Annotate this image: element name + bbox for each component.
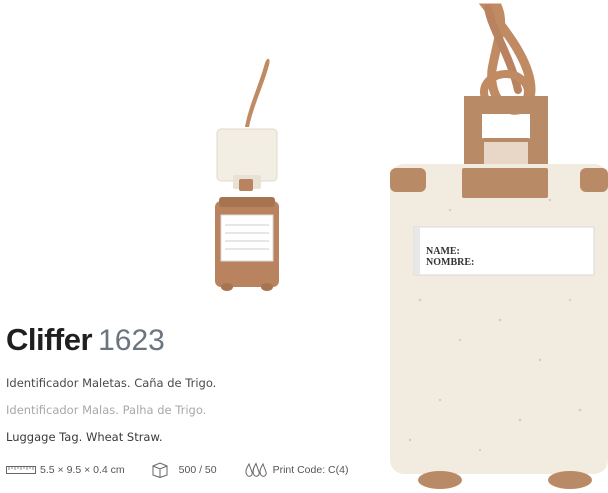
print-code-value: Print Code: C(4) — [272, 464, 349, 476]
small-luggage-tag-image — [215, 58, 279, 291]
box-icon — [152, 462, 168, 478]
product-title: Cliffer 1623 — [6, 322, 165, 358]
description-english: Luggage Tag. Wheat Straw. — [6, 430, 163, 444]
print-code-spec: Print Code: C(4) — [243, 462, 349, 478]
packaging-spec: 500 / 50 — [151, 462, 217, 478]
product-name: Cliffer — [6, 322, 93, 357]
ink-drops-icon — [245, 462, 267, 477]
description-portuguese: Identificador Malas. Palha de Trigo. — [6, 403, 207, 417]
dimensions-value: 5.5 × 9.5 × 0.4 cm — [40, 464, 125, 476]
packaging-value: 500 / 50 — [178, 464, 217, 476]
ruler-icon — [6, 466, 36, 474]
description-spanish: Identificador Maletas. Caña de Trigo. — [6, 376, 217, 390]
dimensions-spec: 5.5 × 9.5 × 0.4 cm — [6, 464, 125, 476]
tag-window-label: NAME: NOMBRE: — [426, 246, 474, 268]
large-luggage-tag-image — [390, 3, 608, 489]
product-code: 1623 — [98, 324, 165, 357]
tag-label-nombre: NOMBRE: — [426, 257, 475, 268]
tag-label-name: NAME: — [426, 246, 460, 257]
specs-row: 5.5 × 9.5 × 0.4 cm 500 / 50 Print Code: … — [6, 462, 348, 478]
